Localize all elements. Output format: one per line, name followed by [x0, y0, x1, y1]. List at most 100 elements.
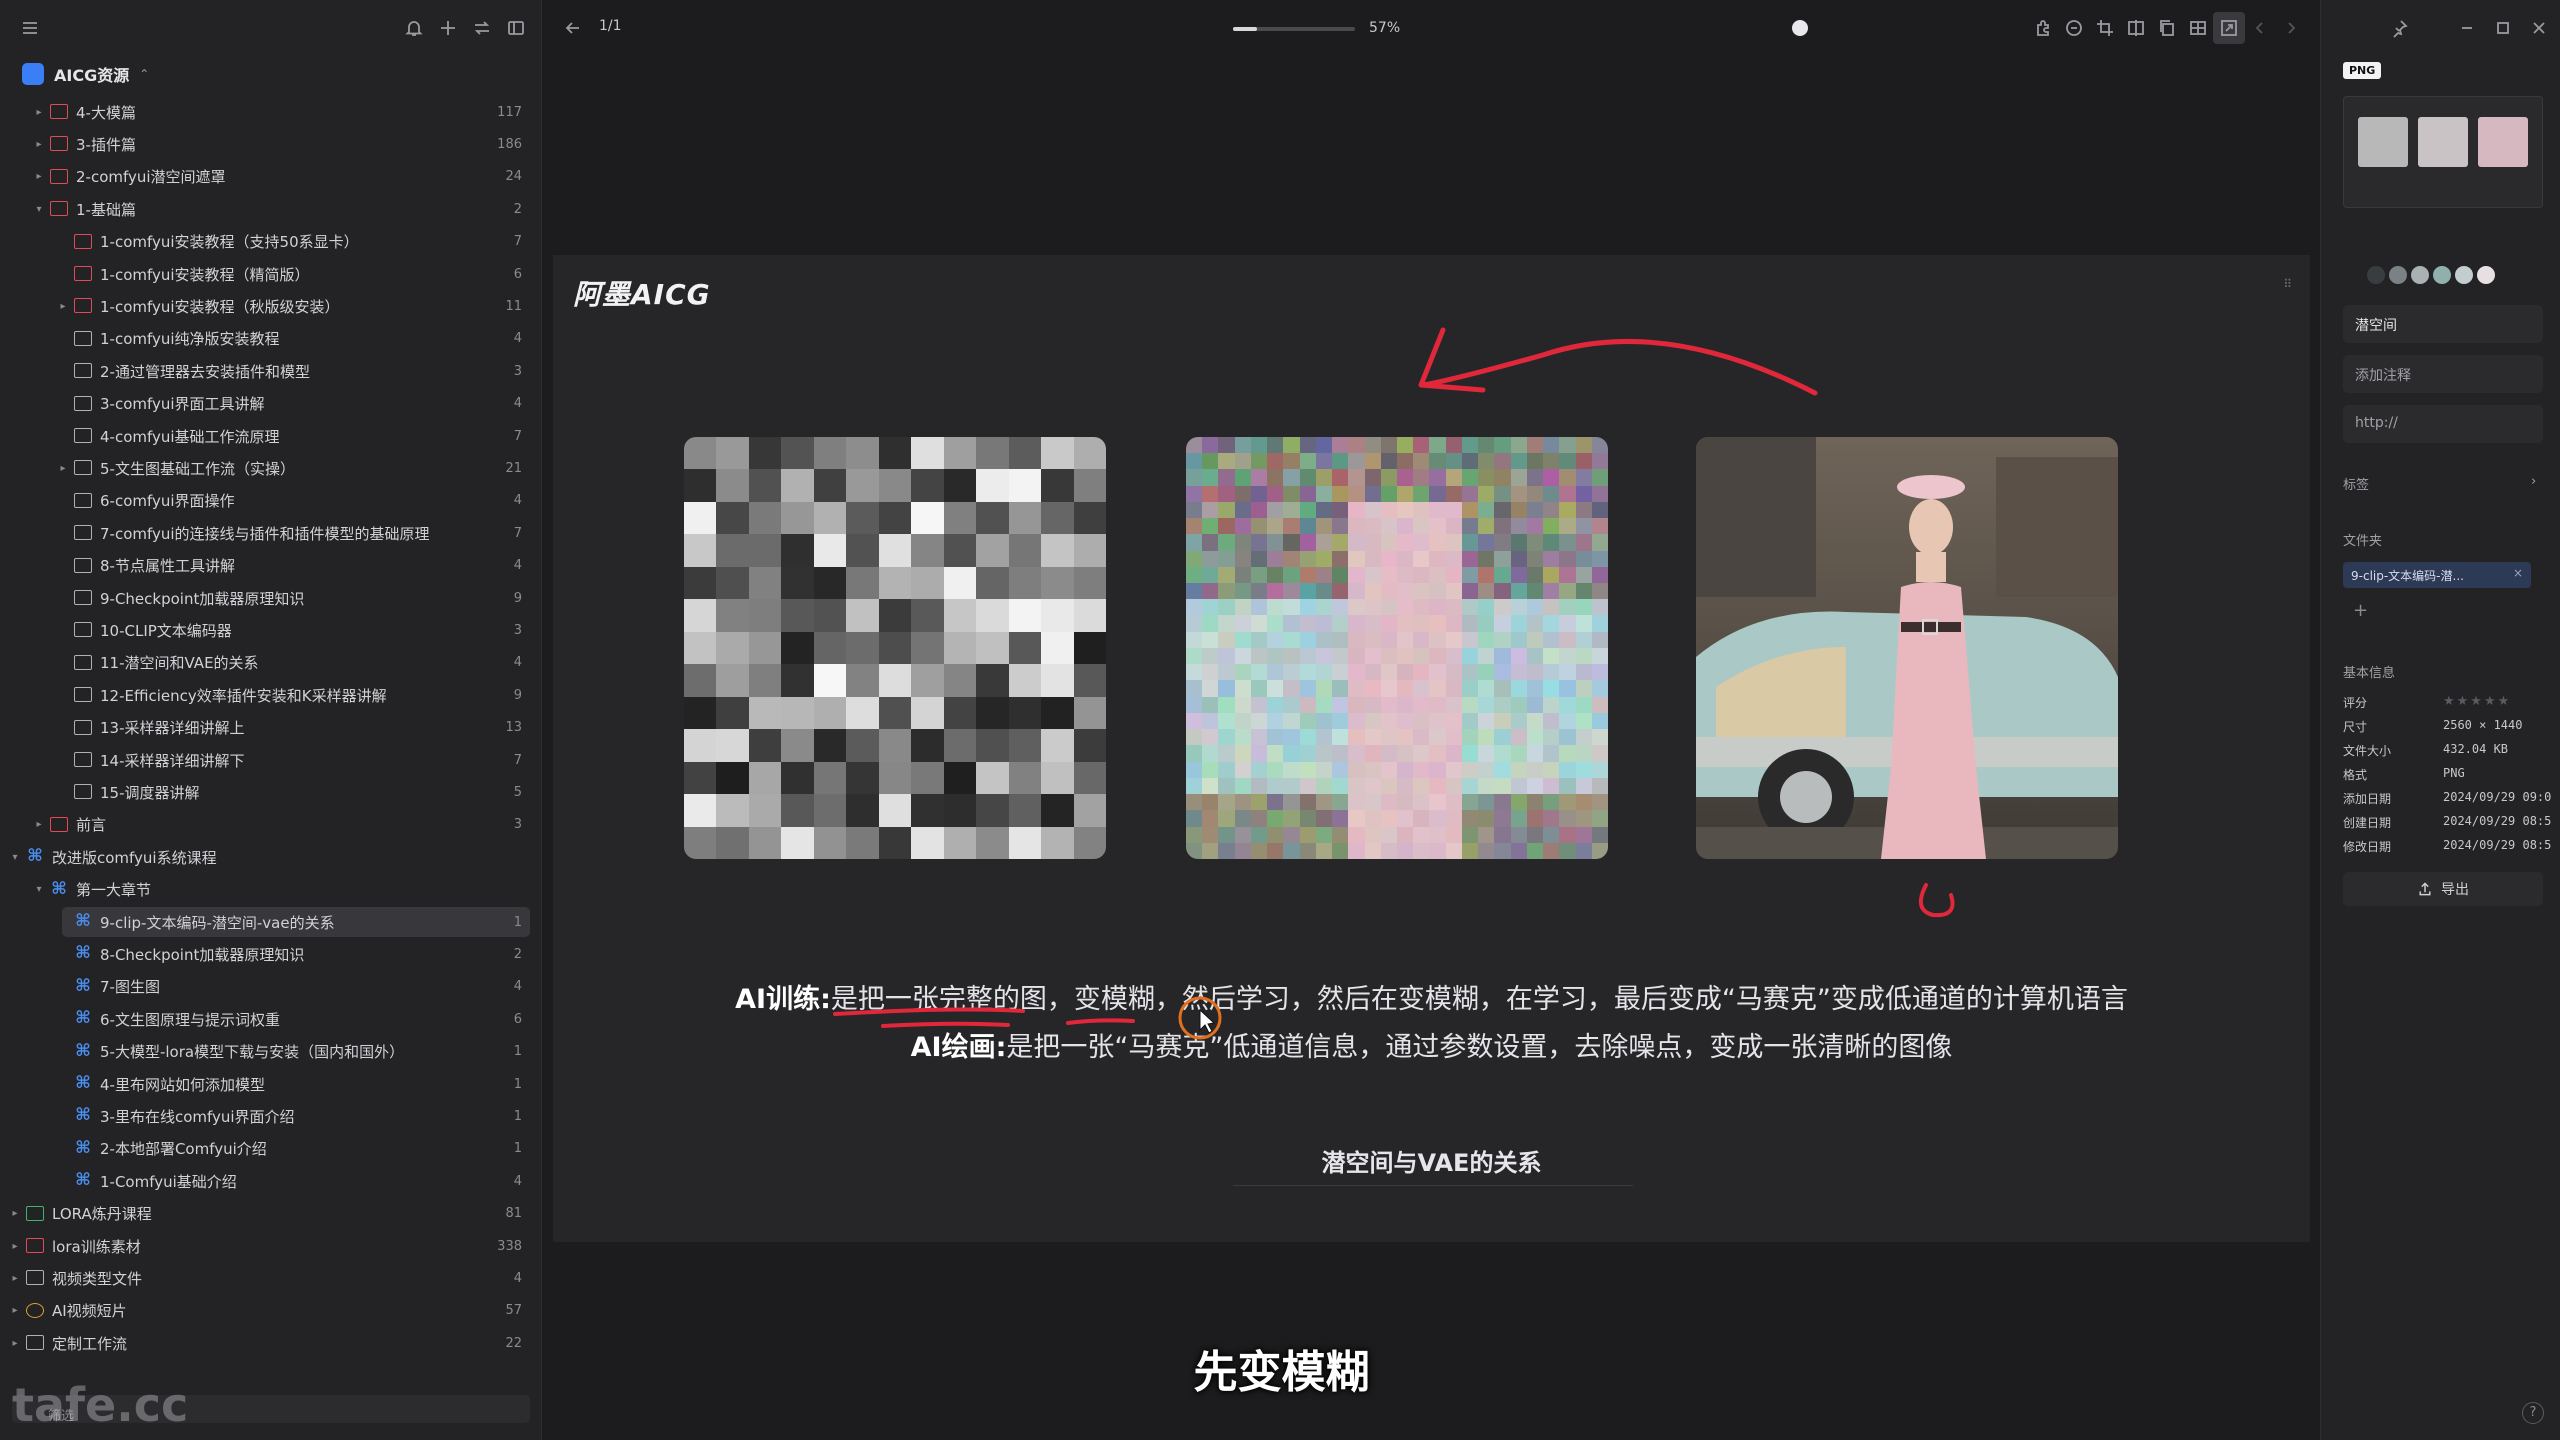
tree-item[interactable]: ▸ 视频类型文件 4	[0, 1262, 542, 1294]
tree-item[interactable]: ▸ 4-大模篇 117	[0, 96, 542, 128]
comment-icon[interactable]	[2058, 12, 2090, 44]
maximize-icon[interactable]	[2487, 12, 2519, 44]
caret-right-icon[interactable]: ▸	[32, 105, 46, 119]
caret-right-icon[interactable]: ▸	[8, 1304, 22, 1318]
rating-stars[interactable]: ★★★★★	[2443, 694, 2511, 709]
minimize-icon[interactable]	[2451, 12, 2483, 44]
tree-item[interactable]: ▸ 定制工作流 22	[0, 1327, 542, 1359]
tree-item[interactable]: 14-采样器详细讲解下 7	[0, 744, 542, 776]
zoom-slider-handle[interactable]	[1792, 20, 1808, 36]
tree-item[interactable]: 2-通过管理器去安装插件和模型 3	[0, 355, 542, 387]
color-swatch[interactable]	[2367, 266, 2385, 284]
note-field[interactable]: 添加注释	[2343, 355, 2543, 393]
tags-label[interactable]: 标签	[2343, 474, 2369, 493]
tree-item[interactable]: ▸ lora训练素材 338	[0, 1230, 542, 1262]
bell-icon[interactable]	[398, 12, 430, 44]
color-swatch[interactable]	[2389, 266, 2407, 284]
tree-item[interactable]: 15-调度器讲解 5	[0, 776, 542, 808]
caret-down-icon[interactable]: ▾	[8, 850, 22, 864]
zoom-slider[interactable]	[1233, 27, 1355, 31]
tags-chevron-icon[interactable]: ›	[2531, 474, 2536, 489]
help-icon[interactable]: ?	[2522, 1402, 2544, 1424]
tree-item[interactable]: 7-comfyui的连接线与插件和插件模型的基础原理 7	[0, 517, 542, 549]
tree-item[interactable]: 12-Efficiency效率插件安装和K采样器讲解 9	[0, 679, 542, 711]
caret-down-icon[interactable]: ▾	[32, 202, 46, 216]
sidebar-toggle-icon[interactable]	[500, 12, 532, 44]
sync-icon[interactable]	[466, 12, 498, 44]
color-swatch[interactable]	[2411, 266, 2429, 284]
caret-down-icon[interactable]: ▾	[32, 883, 46, 897]
tree-item[interactable]: ⌘ 3-里布在线comfyui界面介绍 1	[0, 1100, 542, 1132]
tree-item[interactable]: 3-comfyui界面工具讲解 4	[0, 388, 542, 420]
tree-item[interactable]: ▾ ⌘ 第一大章节	[0, 874, 542, 906]
tree-item[interactable]: ⌘ 8-Checkpoint加载器原理知识 2	[0, 938, 542, 970]
tree-item[interactable]: ▸ 3-插件篇 186	[0, 128, 542, 160]
tree-item[interactable]: ▸ 2-comfyui潜空间遮罩 24	[0, 161, 542, 193]
tree-item[interactable]: ⌘ 4-里布网站如何添加模型 1	[0, 1068, 542, 1100]
tree-item[interactable]: 13-采样器详细讲解上 13	[0, 712, 542, 744]
folder-chip[interactable]: 9-clip-文本编码-潜... ×	[2343, 562, 2531, 588]
menu-icon[interactable]	[14, 12, 46, 44]
caret-right-icon[interactable]: ▸	[56, 461, 70, 475]
tree-item[interactable]: 11-潜空间和VAE的关系 4	[0, 647, 542, 679]
tree-item[interactable]: 1-comfyui纯净版安装教程 4	[0, 323, 542, 355]
tree-item[interactable]: ⌘ 9-clip-文本编码-潜空间-vae的关系 1	[0, 906, 542, 938]
library-switcher[interactable]: AICG资源 ⌃	[22, 60, 149, 88]
close-icon[interactable]	[2523, 12, 2555, 44]
color-swatch[interactable]	[2455, 266, 2473, 284]
tree-item[interactable]: ⌘ 1-Comfyui基础介绍 4	[0, 1165, 542, 1197]
tree-item[interactable]: ⌘ 2-本地部署Comfyui介绍 1	[0, 1133, 542, 1165]
caret-right-icon[interactable]: ▸	[8, 1271, 22, 1285]
plus-icon[interactable]	[432, 12, 464, 44]
tree-item[interactable]: ▸ 前言 3	[0, 809, 542, 841]
info-value: 432.04 KB	[2443, 742, 2509, 756]
back-arrow-icon[interactable]	[557, 12, 589, 44]
caret-right-icon[interactable]: ▸	[8, 1207, 22, 1221]
tree-item[interactable]: ▸ AI视频短片 57	[0, 1295, 542, 1327]
tree-item[interactable]: ⌘ 5-大模型-lora模型下载与安装（国内和国外） 1	[0, 1036, 542, 1068]
tree-item[interactable]: 1-comfyui安装教程（支持50系显卡） 7	[0, 226, 542, 258]
export-button[interactable]: 导出	[2343, 872, 2543, 906]
caret-right-icon[interactable]: ▸	[32, 170, 46, 184]
add-folder-icon[interactable]: +	[2353, 600, 2368, 621]
grid-view-icon[interactable]	[2182, 12, 2214, 44]
name-field[interactable]: 潜空间	[2343, 305, 2543, 343]
caret-right-icon[interactable]: ▸	[32, 137, 46, 151]
tree-item[interactable]: ▾ 1-基础篇 2	[0, 193, 542, 225]
pin-icon[interactable]	[2383, 12, 2415, 44]
color-swatch[interactable]	[2433, 266, 2451, 284]
tree-item[interactable]: 1-comfyui安装教程（精简版） 6	[0, 258, 542, 290]
tree-item[interactable]: ⌘ 7-图生图 4	[0, 971, 542, 1003]
caret-right-icon[interactable]: ▸	[8, 1239, 22, 1253]
caret-right-icon[interactable]: ▸	[8, 1336, 22, 1350]
copy-icon[interactable]	[2151, 12, 2183, 44]
tree-item-label: 11-潜空间和VAE的关系	[100, 654, 259, 673]
tree-item[interactable]: ▸ LORA炼丹课程 81	[0, 1198, 542, 1230]
thumb-mosaic	[2358, 117, 2408, 167]
preview-thumbnail[interactable]	[2343, 96, 2543, 208]
tree-item[interactable]: 8-节点属性工具讲解 4	[0, 550, 542, 582]
tree-item[interactable]: 10-CLIP文本编码器 3	[0, 614, 542, 646]
caret-right-icon[interactable]: ▸	[32, 818, 46, 832]
tree-item-label: 4-里布网站如何添加模型	[100, 1075, 265, 1094]
caret-right-icon[interactable]: ▸	[56, 299, 70, 313]
url-field[interactable]: http://	[2343, 405, 2543, 443]
tree-item[interactable]: ▾ ⌘ 改进版comfyui系统课程	[0, 841, 542, 873]
tree-item-count: 81	[505, 1206, 522, 1222]
compare-icon[interactable]	[2120, 12, 2152, 44]
puzzle-icon[interactable]	[2027, 12, 2059, 44]
fit-screen-icon[interactable]	[2213, 12, 2245, 44]
tree-item-count: 9	[513, 687, 522, 703]
crop-icon[interactable]	[2089, 12, 2121, 44]
tree-item[interactable]: ▸ 5-文生图基础工作流（实操） 21	[0, 452, 542, 484]
tree-item[interactable]: 4-comfyui基础工作流原理 7	[0, 420, 542, 452]
folder-icon	[74, 298, 92, 314]
tree-item[interactable]: 6-comfyui界面操作 4	[0, 485, 542, 517]
remove-folder-icon[interactable]: ×	[2513, 566, 2523, 580]
color-swatch[interactable]	[2477, 266, 2495, 284]
prev-icon[interactable]	[2244, 12, 2276, 44]
next-icon[interactable]	[2275, 12, 2307, 44]
tree-item[interactable]: 9-Checkpoint加载器原理知识 9	[0, 582, 542, 614]
tree-item[interactable]: ▸ 1-comfyui安装教程（秋版级安装） 11	[0, 290, 542, 322]
tree-item[interactable]: ⌘ 6-文生图原理与提示词权重 6	[0, 1003, 542, 1035]
